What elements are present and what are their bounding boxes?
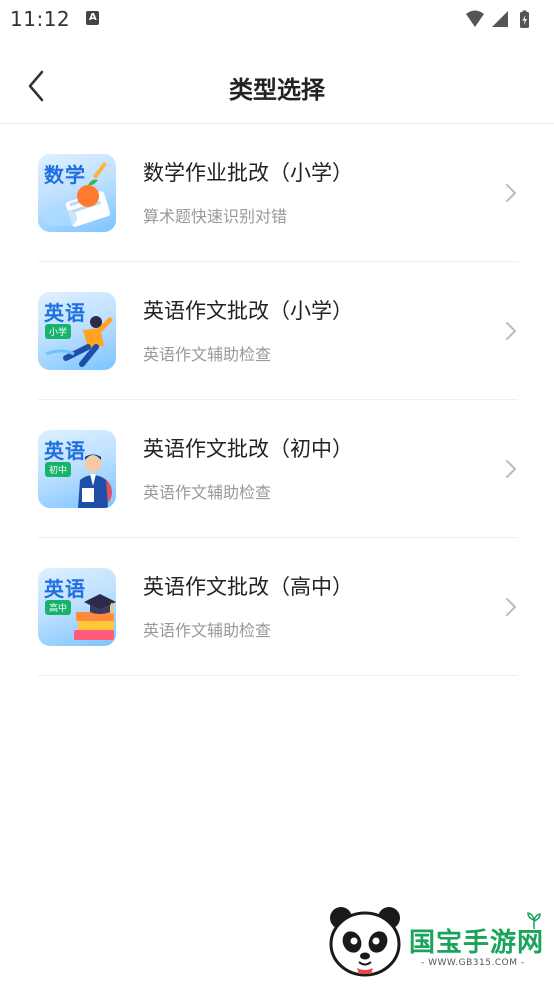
status-time: 11:12 xyxy=(10,7,71,31)
books-and-cap-illustration xyxy=(74,594,116,640)
chevron-right-icon xyxy=(506,322,516,340)
chevron-right-icon xyxy=(506,598,516,616)
item-subtitle: 英语作文辅助检查 xyxy=(143,621,272,640)
panda-icon xyxy=(329,907,401,977)
status-icons xyxy=(466,10,529,28)
math-icon: 数学 xyxy=(38,154,116,232)
leaf-icon xyxy=(527,912,541,929)
item-title: 英语作文批改（高中） xyxy=(143,575,353,599)
item-title: 英语作文批改（小学） xyxy=(143,299,353,323)
english-junior-icon: 英语 初中 xyxy=(38,430,116,508)
type-item-english-primary[interactable]: 英语 小学 英语作文批改（小学） 英语作文辅助检查 xyxy=(38,262,518,400)
item-subtitle: 英语作文辅助检查 xyxy=(143,345,272,364)
type-item-english-junior[interactable]: 英语 初中 英语作文批改（初中） 英语作文辅助检查 xyxy=(38,400,518,538)
page-title: 类型选择 xyxy=(229,76,325,104)
signal-icon xyxy=(492,11,508,27)
student-jumping-illustration xyxy=(45,316,113,367)
type-item-math-primary[interactable]: 数学 数学作业批改（小学） 算术题快速识别对错 xyxy=(38,124,518,262)
math-book-illustration xyxy=(43,162,111,227)
watermark-title: 国宝手游网 xyxy=(409,928,545,958)
chevron-right-icon xyxy=(506,460,516,478)
notification-icon: A xyxy=(86,11,99,25)
item-subtitle: 算术题快速识别对错 xyxy=(143,207,288,226)
type-list: 数学 数学作业批改（小学） 算术题快速识别对错 英语 小学 英语作文批改（小学）… xyxy=(38,124,518,676)
student-standing-illustration xyxy=(78,454,112,508)
watermark-url: - WWW.GB315.COM - xyxy=(421,958,525,968)
header: 类型选择 xyxy=(0,48,554,124)
english-primary-icon: 英语 小学 xyxy=(38,292,116,370)
item-title: 英语作文批改（初中） xyxy=(143,437,353,461)
item-title: 数学作业批改（小学） xyxy=(143,161,353,185)
item-subtitle: 英语作文辅助检查 xyxy=(143,483,272,502)
type-item-english-senior[interactable]: 英语 高中 英语作文批改（高中） 英语作文辅助检查 xyxy=(38,538,518,676)
notification-glyph: A xyxy=(89,12,97,23)
screen: 11:12 A 类型选择 数学 数学作业批改（小学） 算术题快速识别对错 英语 … xyxy=(0,0,554,984)
status-bar: 11:12 A xyxy=(0,0,554,38)
wifi-icon xyxy=(466,10,484,27)
english-senior-icon: 英语 高中 xyxy=(38,568,116,646)
chevron-right-icon xyxy=(506,184,516,202)
watermark-logo: 国宝手游网 - WWW.GB315.COM - xyxy=(305,892,554,984)
